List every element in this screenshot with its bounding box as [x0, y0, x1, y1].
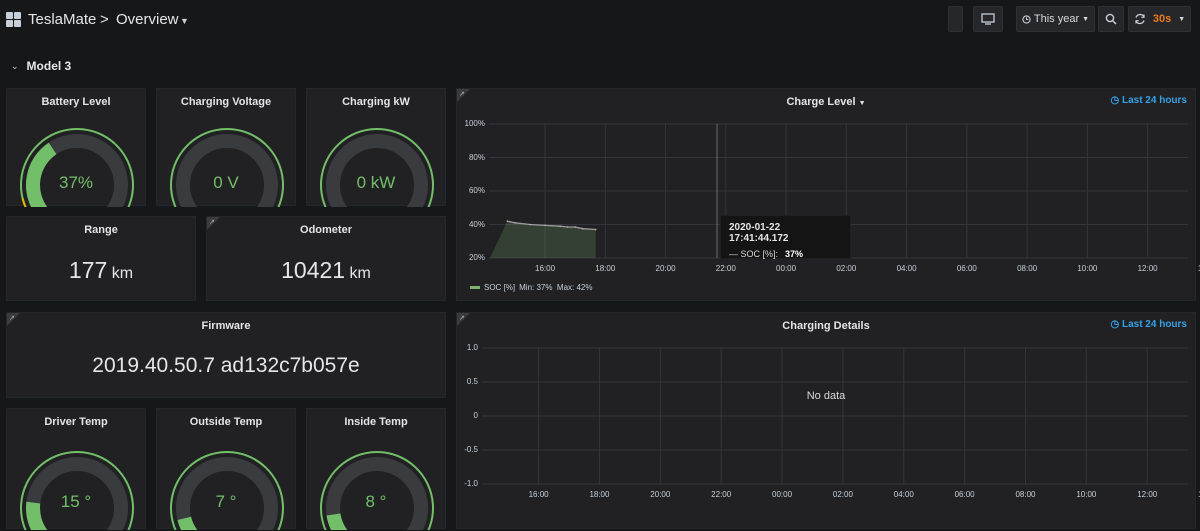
no-data-message: No data [806, 390, 846, 402]
x-tick-label: 12:00 [1137, 490, 1158, 499]
x-tick-label: 16:00 [528, 490, 549, 499]
x-tick-label: 06:00 [954, 490, 975, 499]
y-tick-label: 0 [473, 411, 478, 420]
x-tick-label: 18:00 [589, 490, 610, 499]
x-tick-label: 08:00 [1015, 490, 1036, 499]
charging-details-chart [482, 347, 1188, 485]
x-tick-label: 22:00 [711, 490, 732, 499]
x-tick-label: 04:00 [893, 490, 914, 499]
y-tick-label: 1.0 [466, 343, 478, 352]
y-tick-label: -0.5 [464, 445, 478, 454]
x-tick-label: 00:00 [772, 490, 793, 499]
x-tick-label: 10:00 [1076, 490, 1097, 499]
y-tick-label: -1.0 [464, 479, 478, 488]
x-tick-label: 02:00 [832, 490, 853, 499]
x-tick-label: 14:00 [1195, 490, 1200, 499]
y-tick-label: 0.5 [466, 377, 478, 386]
x-tick-label: 20:00 [650, 490, 671, 499]
